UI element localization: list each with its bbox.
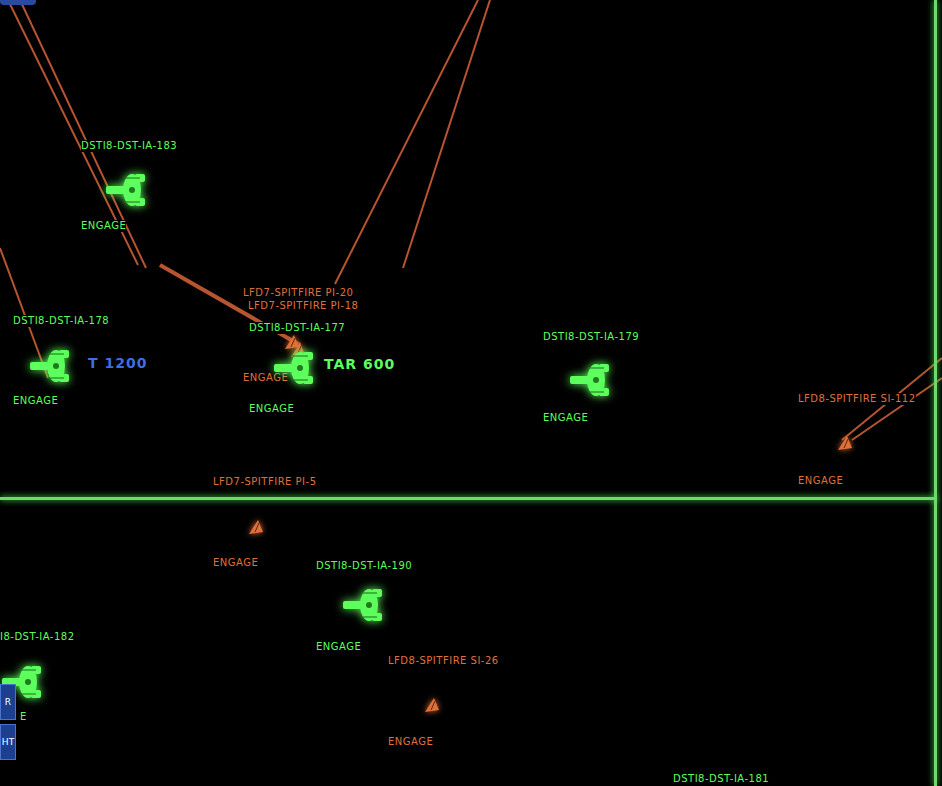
cruiser-icon[interactable] <box>566 358 618 402</box>
unit-order: ENGAGE <box>13 395 58 407</box>
unit-order: ENGAGE <box>213 557 258 569</box>
unit-ship[interactable] <box>102 168 154 212</box>
cruiser-icon[interactable] <box>270 346 322 390</box>
unit-order: ENGAGE <box>388 736 433 748</box>
unit-name: DSTI8-DST-IA-190 <box>316 560 412 572</box>
fighter-icon[interactable] <box>836 434 854 452</box>
unit-name: LFD8-SPITFIRE SI-112 <box>798 393 916 405</box>
unit-order: ENGAGE <box>243 372 288 384</box>
unit-ship[interactable] <box>339 583 391 627</box>
unit-name: DSTI8-DST-IA-179 <box>543 331 639 343</box>
distance-readout: T 1200 <box>88 355 147 371</box>
unit-name: LFD7-SPITFIRE PI-20 <box>243 287 353 299</box>
cruiser-icon[interactable] <box>102 168 154 212</box>
distance-readout: TAR 600 <box>324 356 395 372</box>
unit-ship[interactable] <box>423 696 441 714</box>
unit-ship[interactable] <box>566 358 618 402</box>
side-button-stack: R HT <box>0 684 16 760</box>
unit-ship[interactable] <box>26 344 78 388</box>
unit-order: ENGAGE <box>81 220 126 232</box>
unit-name: LFD7-SPITFIRE PI-5 <box>213 476 317 488</box>
unit-ship[interactable] <box>836 434 854 452</box>
unit-ship[interactable] <box>270 346 322 390</box>
cruiser-icon[interactable] <box>26 344 78 388</box>
unit-name: DSTI8-DST-IA-178 <box>13 315 109 327</box>
sector-gridline <box>934 0 937 786</box>
fighter-icon[interactable] <box>423 696 441 714</box>
sector-gridline <box>0 497 937 500</box>
unit-order: ENGAGE <box>316 641 361 653</box>
tactical-map[interactable]: DSTI8-DST-IA-183 ENGAGE DSTI8-DST-IA-178 EN… <box>0 0 942 786</box>
fighter-icon[interactable] <box>247 518 265 536</box>
unit-name: DSTI8-DST-IA-183 <box>81 140 177 152</box>
unit-name: I8-DST-IA-182 <box>0 631 75 643</box>
unit-ship[interactable] <box>247 518 265 536</box>
unit-name: LFD7-SPITFIRE PI-18 <box>248 300 358 312</box>
side-button[interactable]: R <box>0 684 16 720</box>
unit-order: ENGAGE <box>798 475 843 487</box>
hud-corner <box>0 0 36 5</box>
unit-name: DSTI8-DST-IA-181 <box>673 773 769 785</box>
unit-order: E <box>20 711 27 723</box>
unit-name: DSTI8-DST-IA-177 <box>249 322 345 334</box>
unit-name: LFD8-SPITFIRE SI-26 <box>388 655 499 667</box>
unit-order: ENGAGE <box>543 412 588 424</box>
side-button[interactable]: HT <box>0 724 16 760</box>
unit-order: ENGAGE <box>249 403 294 415</box>
cruiser-icon[interactable] <box>339 583 391 627</box>
